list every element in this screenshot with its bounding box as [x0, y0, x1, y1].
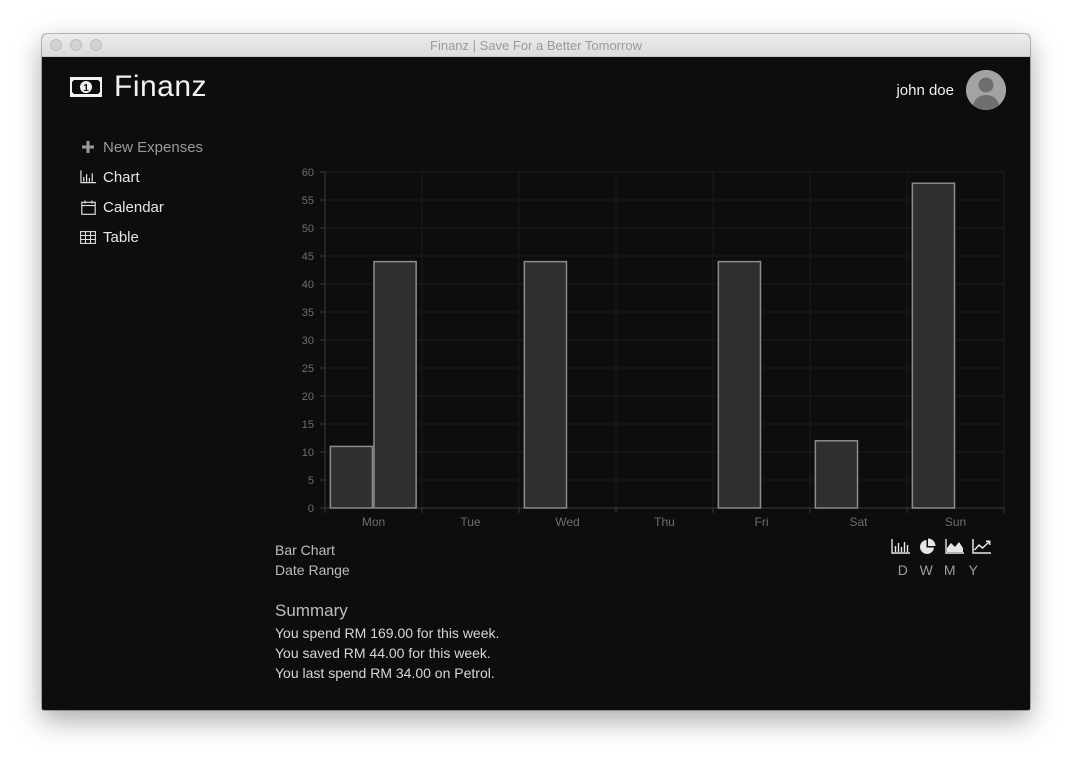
bar-sat-series-1: [814, 440, 859, 509]
y-tick-label: 30: [302, 335, 314, 347]
sidebar-nav: New Expenses Chart Calendar Table: [80, 132, 203, 252]
summary-title: Summary: [275, 601, 348, 620]
y-tick-label: 45: [302, 251, 314, 263]
summary-last-spend-line: You last spend RM 34.00 on Petrol.: [275, 665, 495, 681]
y-tick-label: 5: [308, 475, 314, 487]
y-tick-label: 40: [302, 279, 314, 291]
sidebar-item-label: Chart: [103, 168, 140, 186]
expense-bar-chart: 0 5 10 15 20 25 30 35 40 45 50 55 60 Mon Tue Wed Thu Fri S…: [302, 167, 1005, 529]
calendar-icon: [80, 199, 96, 215]
y-tick-label: 50: [302, 223, 314, 235]
y-tick-label: 20: [302, 391, 314, 403]
x-tick-label: Mon: [362, 515, 385, 529]
x-tick-label: Thu: [654, 515, 675, 529]
x-tick-label: Tue: [460, 515, 481, 529]
sidebar-item-chart[interactable]: Chart: [80, 162, 203, 192]
line-chart-icon[interactable]: [971, 537, 991, 555]
y-tick-label: 35: [302, 307, 314, 319]
y-tick-label: 60: [302, 167, 314, 179]
window-title: Finanz | Save For a Better Tomorrow: [430, 38, 642, 53]
sidebar-item-table[interactable]: Table: [80, 222, 203, 252]
title-bar[interactable]: Finanz | Save For a Better Tomorrow: [42, 34, 1030, 57]
pie-chart-icon[interactable]: [917, 537, 937, 555]
bar-chart-icon: [80, 169, 96, 185]
bar-fri-series-1: [717, 260, 762, 509]
bar-chart-icon[interactable]: [890, 537, 910, 555]
area-chart-icon[interactable]: [944, 537, 964, 555]
y-tick-label: 10: [302, 447, 314, 459]
bar-mon-series-2: [373, 260, 417, 509]
user-menu[interactable]: john doe: [896, 70, 1006, 110]
user-avatar-icon[interactable]: [966, 70, 1006, 110]
range-day-button[interactable]: D: [891, 562, 915, 578]
brand[interactable]: 1 Finanz: [69, 70, 207, 104]
x-tick-label: Wed: [555, 515, 579, 529]
brand-name: Finanz: [114, 70, 208, 103]
range-month-button[interactable]: M: [938, 562, 962, 578]
x-tick-label: Sat: [849, 515, 868, 529]
bar-mon-series-1: [329, 445, 374, 509]
x-tick-label: Sun: [945, 515, 966, 529]
table-icon: [80, 229, 96, 245]
app-content: 1 Finanz john doe New Expenses Chart Cal…: [42, 56, 1030, 710]
chart-info: Bar Chart Date Range: [275, 540, 350, 580]
y-tick-label: 0: [308, 503, 314, 515]
summary-spend-line: You spend RM 169.00 for this week.: [275, 625, 500, 641]
username: john doe: [896, 81, 954, 99]
date-range-switcher: D W M Y: [891, 562, 985, 578]
x-tick-label: Fri: [755, 515, 769, 529]
chart-type-switcher: [890, 537, 991, 555]
sidebar-item-calendar[interactable]: Calendar: [80, 192, 203, 222]
y-tick-label: 55: [302, 195, 314, 207]
summary-saved-line: You saved RM 44.00 for this week.: [275, 645, 491, 661]
plus-icon: [80, 139, 96, 155]
svg-text:1: 1: [83, 83, 89, 94]
app-window: Finanz | Save For a Better Tomorrow 1 Fi…: [42, 34, 1030, 710]
range-week-button[interactable]: W: [915, 562, 939, 578]
sidebar-item-new-expenses[interactable]: New Expenses: [80, 132, 203, 162]
chart-type-label: Bar Chart: [275, 542, 335, 558]
y-tick-label: 25: [302, 363, 314, 375]
sidebar-item-label: Calendar: [103, 198, 164, 216]
date-range-label: Date Range: [275, 562, 350, 578]
range-year-button[interactable]: Y: [962, 562, 986, 578]
money-bill-icon: 1: [69, 76, 103, 98]
sidebar-item-label: New Expenses: [103, 138, 204, 156]
bar-wed-series-1: [523, 260, 568, 509]
y-tick-label: 15: [302, 419, 314, 431]
bar-sun-series-1: [911, 182, 956, 509]
sidebar-item-label: Table: [103, 228, 139, 246]
summary-panel: Summary You spend RM 169.00 for this wee…: [275, 601, 499, 683]
